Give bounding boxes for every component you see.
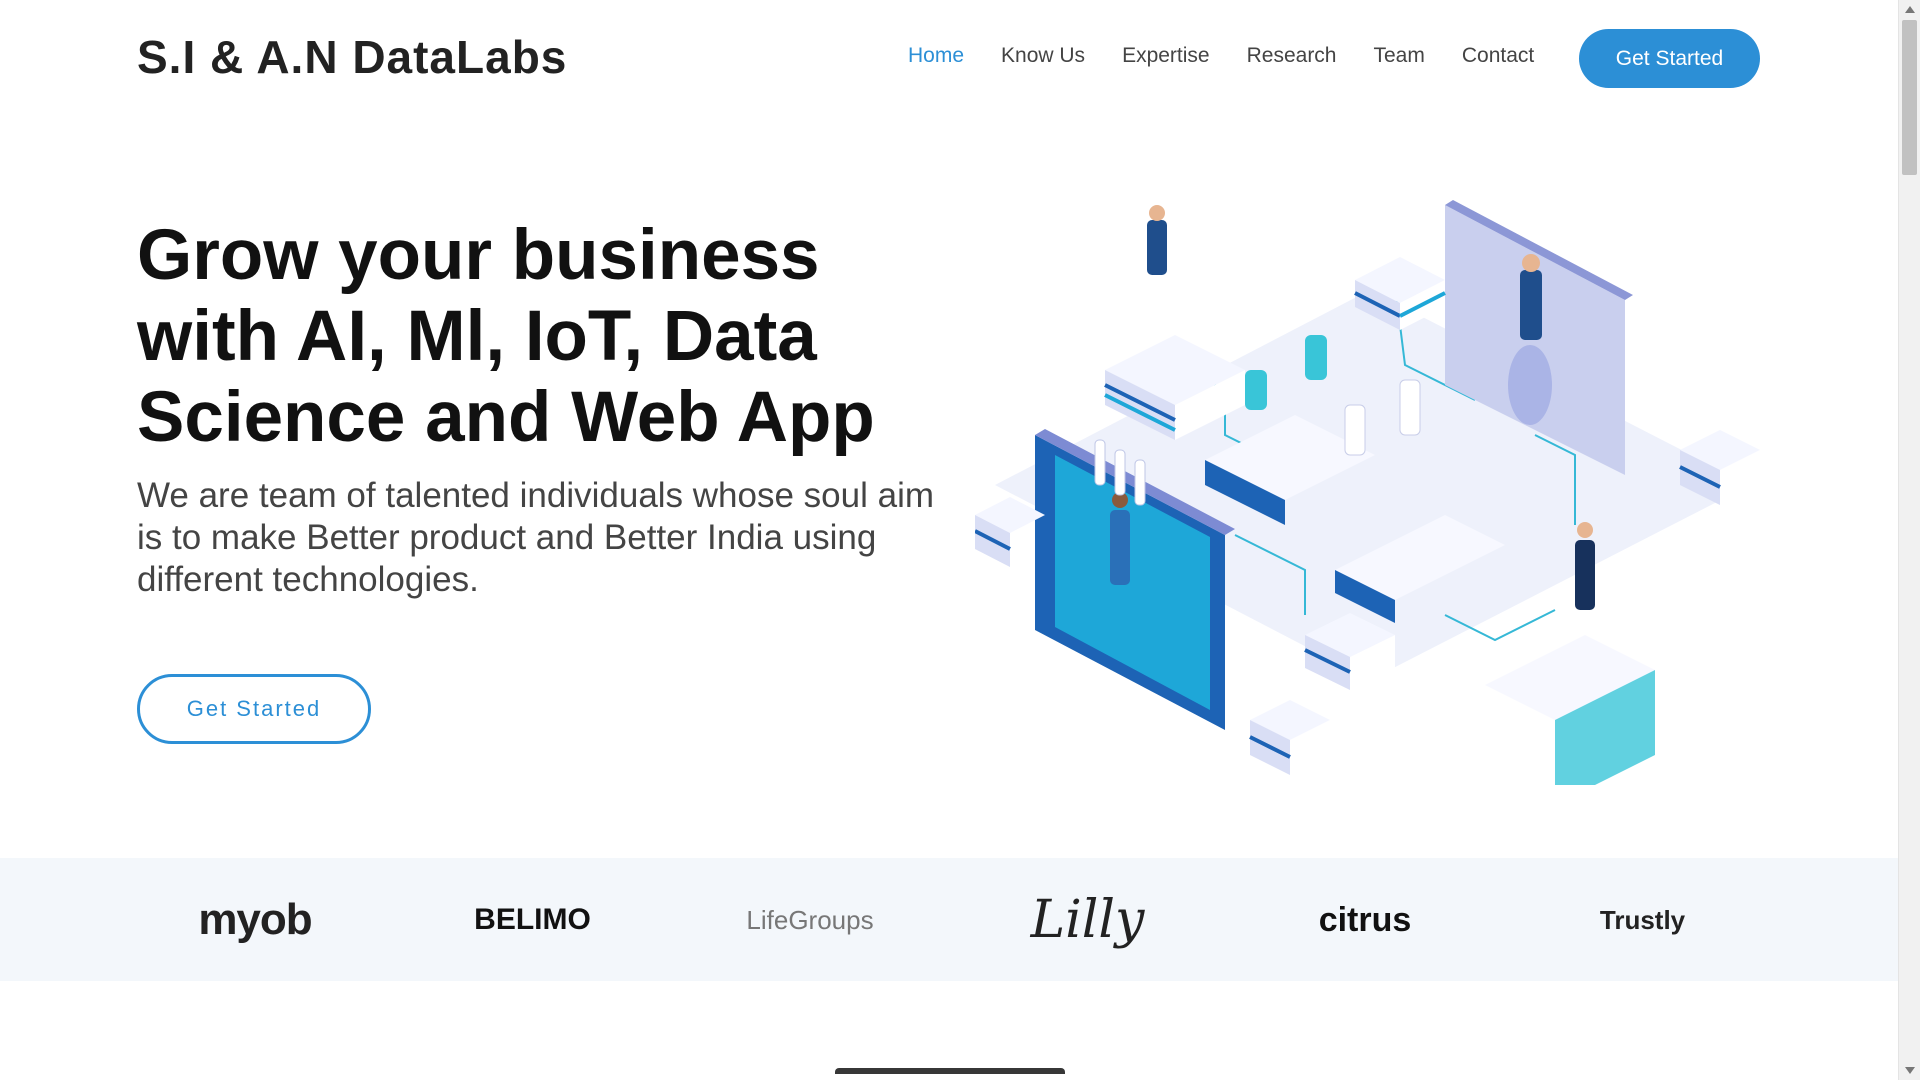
nav-team[interactable]: Team xyxy=(1374,44,1425,68)
page-scrollbar[interactable] xyxy=(1898,0,1920,1080)
client-logo-belimo: BELIMO xyxy=(474,903,591,936)
clients-strip: myob BELIMO LifeGroups Lilly citrus Trus… xyxy=(0,858,1898,981)
nav-home[interactable]: Home xyxy=(908,44,964,68)
main-nav: Home Know Us Expertise Research Team Con… xyxy=(908,44,1571,68)
nav-expertise[interactable]: Expertise xyxy=(1122,44,1210,68)
hero-illustration xyxy=(975,200,1760,785)
site-header: S.I & A.N DataLabs Home Know Us Expertis… xyxy=(0,0,1898,120)
next-section-heading xyxy=(835,1068,1065,1080)
scroll-down-arrow-icon[interactable] xyxy=(1905,1067,1915,1074)
scroll-thumb[interactable] xyxy=(1902,20,1917,175)
client-logo-lilly: Lilly xyxy=(1030,890,1145,950)
nav-contact[interactable]: Contact xyxy=(1462,44,1534,68)
scroll-up-arrow-icon[interactable] xyxy=(1905,6,1915,13)
hero-get-started-button[interactable]: Get Started xyxy=(137,674,371,744)
site-logo[interactable]: S.I & A.N DataLabs xyxy=(137,30,567,84)
client-logo-trustly: Trustly xyxy=(1599,904,1686,935)
hero-subtitle: We are team of talented individuals whos… xyxy=(137,476,935,599)
client-logo-citrus: citrus xyxy=(1318,900,1412,939)
client-logo-myob: myob xyxy=(198,895,312,944)
hero-title: Grow your business with AI, Ml, IoT, Dat… xyxy=(137,216,875,457)
header-get-started-button[interactable]: Get Started xyxy=(1579,29,1760,88)
client-logo-lifegroups: LifeGroups xyxy=(746,904,874,935)
nav-research[interactable]: Research xyxy=(1247,44,1337,68)
nav-know-us[interactable]: Know Us xyxy=(1001,44,1085,68)
